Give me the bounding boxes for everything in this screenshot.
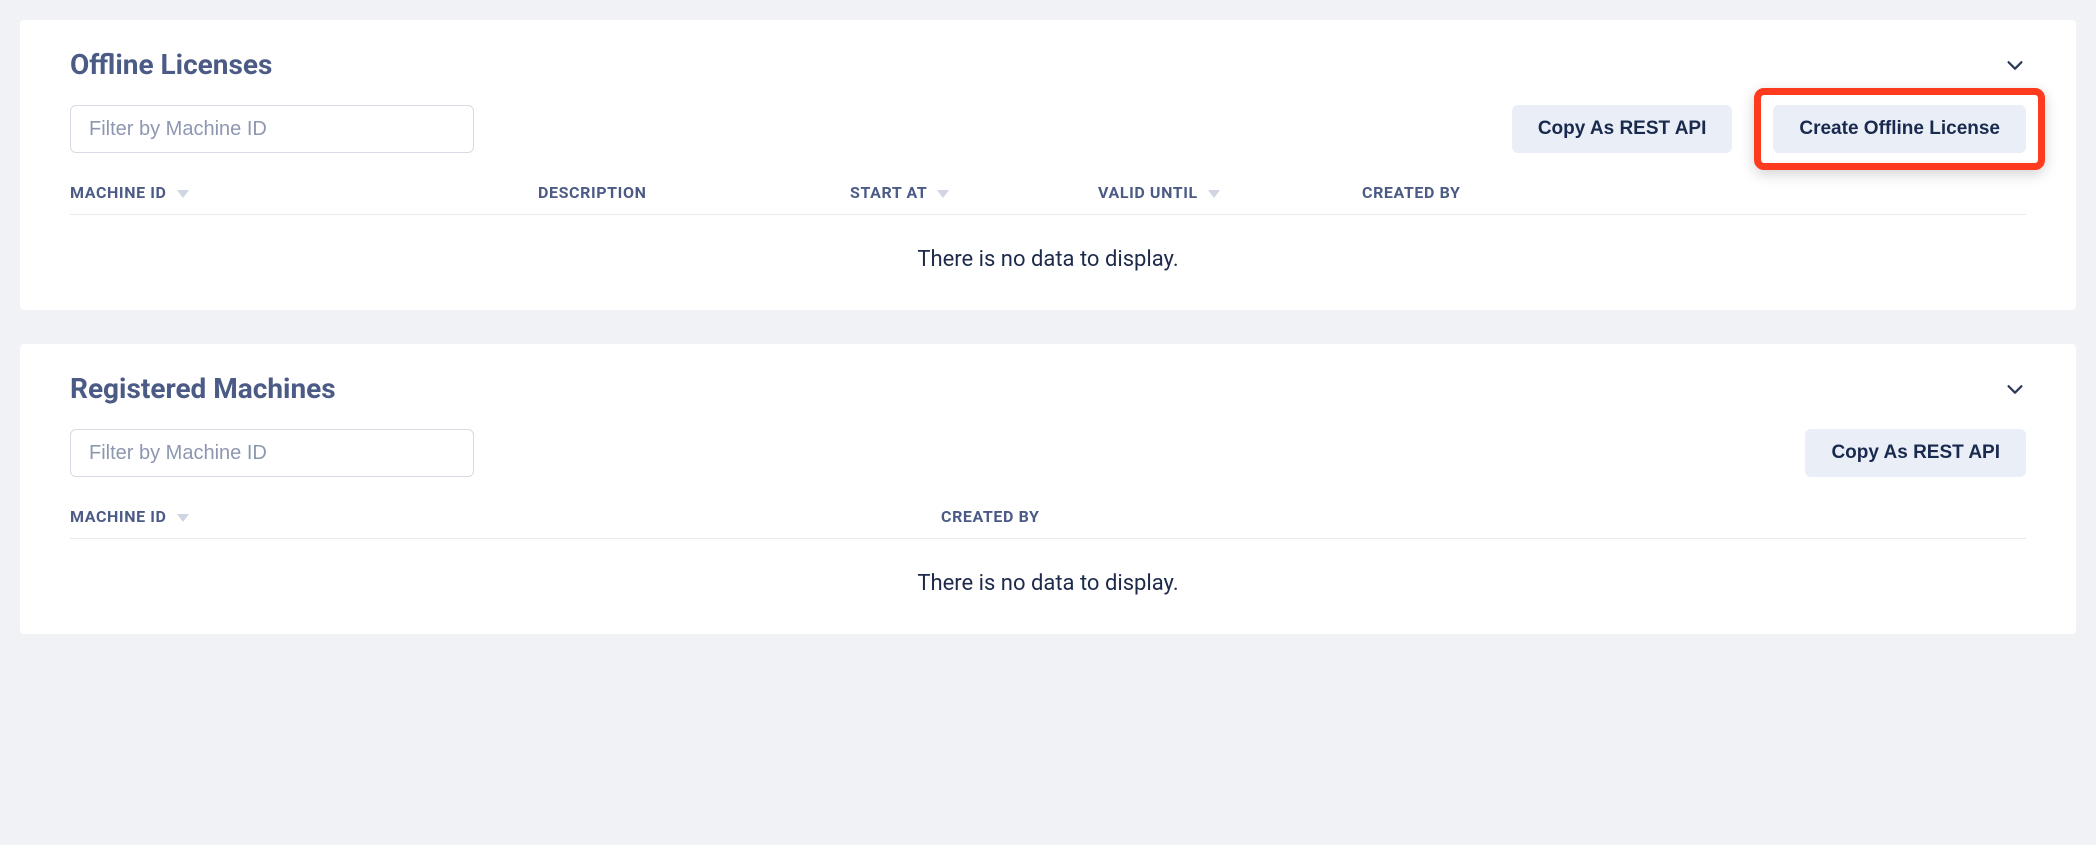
offline-toolbar: Copy As REST API Create Offline License <box>70 105 2026 153</box>
col-valid-until-label: VALID UNTIL <box>1098 183 1198 202</box>
col-description-label: DESCRIPTION <box>538 183 646 202</box>
offline-licenses-card: Offline Licenses Copy As REST API Create… <box>20 20 2076 310</box>
create-offline-license-highlight: Create Offline License <box>1754 88 2045 170</box>
offline-filter-input[interactable] <box>70 105 474 153</box>
chevron-down-icon[interactable] <box>2004 54 2026 76</box>
machines-table-header: MACHINE ID CREATED BY <box>70 507 2026 539</box>
col-machine-id[interactable]: MACHINE ID <box>70 183 538 202</box>
copy-rest-api-button[interactable]: Copy As REST API <box>1805 429 2026 477</box>
machines-empty-message: There is no data to display. <box>70 539 2026 610</box>
sort-caret-icon <box>937 188 949 198</box>
machines-header: Registered Machines <box>70 372 2026 405</box>
offline-button-group: Copy As REST API Create Offline License <box>1512 105 2026 153</box>
machines-title: Registered Machines <box>70 372 336 405</box>
col-created-by[interactable]: CREATED BY <box>941 507 2026 526</box>
col-start-at-label: START AT <box>850 183 927 202</box>
offline-header: Offline Licenses <box>70 48 2026 81</box>
machines-button-group: Copy As REST API <box>1805 429 2026 477</box>
copy-rest-api-button[interactable]: Copy As REST API <box>1512 105 1733 153</box>
sort-caret-icon <box>1208 188 1220 198</box>
offline-table-header: MACHINE ID DESCRIPTION START AT VALID UN… <box>70 183 2026 215</box>
col-valid-until[interactable]: VALID UNTIL <box>1098 183 1362 202</box>
sort-caret-icon <box>177 512 189 522</box>
col-start-at[interactable]: START AT <box>850 183 1098 202</box>
registered-machines-card: Registered Machines Copy As REST API MAC… <box>20 344 2076 634</box>
chevron-down-icon[interactable] <box>2004 378 2026 400</box>
offline-empty-message: There is no data to display. <box>70 215 2026 286</box>
machines-filter-input[interactable] <box>70 429 474 477</box>
offline-title: Offline Licenses <box>70 48 272 81</box>
col-machine-id[interactable]: MACHINE ID <box>70 507 941 526</box>
col-created-by[interactable]: CREATED BY <box>1362 183 2026 202</box>
col-machine-id-label: MACHINE ID <box>70 183 167 202</box>
col-created-by-label: CREATED BY <box>1362 183 1461 202</box>
col-machine-id-label: MACHINE ID <box>70 507 167 526</box>
sort-caret-icon <box>177 188 189 198</box>
col-description[interactable]: DESCRIPTION <box>538 183 850 202</box>
create-offline-license-button[interactable]: Create Offline License <box>1773 105 2026 153</box>
machines-toolbar: Copy As REST API <box>70 429 2026 477</box>
col-created-by-label: CREATED BY <box>941 507 1040 526</box>
